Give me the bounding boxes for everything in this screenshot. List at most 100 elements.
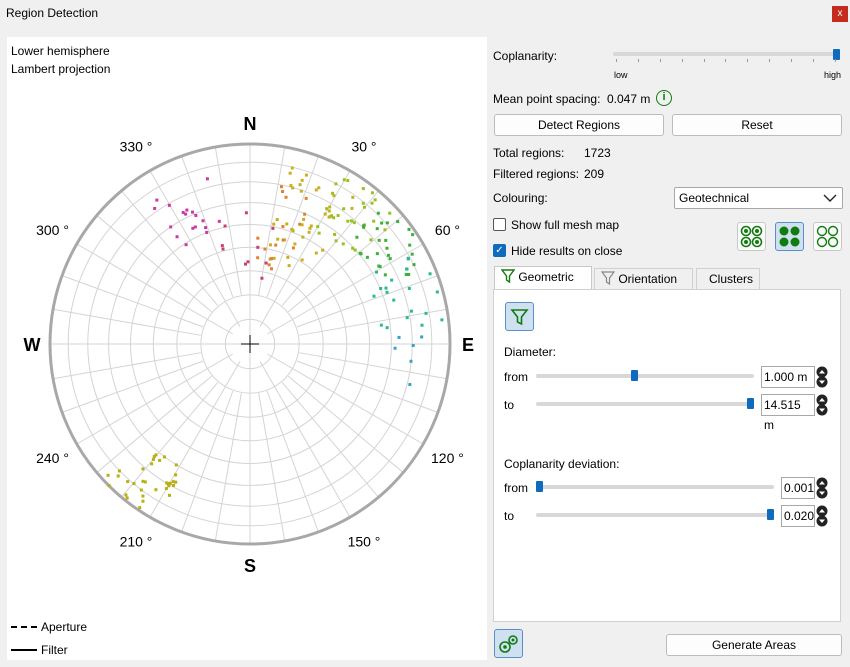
pole-point[interactable] bbox=[285, 222, 289, 226]
diameter-to-input[interactable]: 14.515 m bbox=[761, 394, 815, 432]
pole-point[interactable] bbox=[272, 256, 276, 260]
pole-point[interactable] bbox=[341, 242, 345, 246]
pole-point[interactable] bbox=[290, 166, 294, 170]
pole-point[interactable] bbox=[384, 238, 388, 242]
pole-point[interactable] bbox=[281, 190, 285, 194]
pole-point[interactable] bbox=[404, 273, 408, 277]
pole-point[interactable] bbox=[260, 276, 264, 280]
pole-point[interactable] bbox=[154, 488, 158, 492]
show-mesh-checkbox[interactable] bbox=[493, 218, 506, 231]
pole-point[interactable] bbox=[289, 184, 293, 188]
deviation-from-input[interactable]: 0.001 bbox=[781, 477, 815, 499]
pole-point[interactable] bbox=[375, 252, 379, 256]
pole-point[interactable] bbox=[303, 212, 307, 216]
stereonet-plot[interactable]: N S E W 30 ° 60 ° 120 ° 150 ° 210 ° 240 ° 300 ° 330… bbox=[7, 37, 487, 617]
pole-point[interactable] bbox=[284, 195, 288, 199]
pole-point[interactable] bbox=[372, 219, 376, 223]
pole-point[interactable] bbox=[117, 469, 121, 473]
pole-point[interactable] bbox=[408, 383, 412, 387]
pole-point[interactable] bbox=[205, 230, 209, 234]
coplanarity-slider[interactable] bbox=[613, 52, 840, 56]
pole-point[interactable] bbox=[174, 463, 178, 467]
pole-point[interactable] bbox=[181, 211, 185, 215]
pole-point[interactable] bbox=[293, 242, 297, 246]
pole-point[interactable] bbox=[116, 474, 120, 478]
pole-point[interactable] bbox=[365, 255, 369, 259]
pole-point[interactable] bbox=[407, 286, 411, 290]
pole-point[interactable] bbox=[334, 182, 338, 186]
pole-point[interactable] bbox=[155, 198, 159, 202]
info-icon[interactable]: i bbox=[656, 90, 672, 106]
pole-point[interactable] bbox=[328, 205, 332, 209]
pole-point[interactable] bbox=[217, 219, 221, 223]
pole-point[interactable] bbox=[346, 179, 350, 183]
pole-point[interactable] bbox=[298, 222, 302, 226]
pole-point[interactable] bbox=[396, 220, 400, 224]
pole-point[interactable] bbox=[355, 235, 359, 239]
pole-point[interactable] bbox=[272, 222, 276, 226]
pole-point[interactable] bbox=[375, 270, 379, 274]
pole-point[interactable] bbox=[411, 344, 415, 348]
pole-point[interactable] bbox=[375, 227, 379, 231]
pole-point[interactable] bbox=[269, 257, 273, 261]
pole-point[interactable] bbox=[162, 455, 166, 459]
pole-point[interactable] bbox=[376, 211, 380, 215]
deviation-to-slider[interactable] bbox=[536, 513, 774, 517]
pole-point[interactable] bbox=[408, 243, 412, 247]
pole-point[interactable] bbox=[370, 191, 374, 195]
pole-point[interactable] bbox=[383, 228, 387, 232]
pole-point[interactable] bbox=[276, 237, 280, 241]
pole-point[interactable] bbox=[298, 183, 302, 187]
pole-point[interactable] bbox=[184, 243, 188, 247]
diameter-from-thumb[interactable] bbox=[630, 370, 638, 381]
pole-point[interactable] bbox=[304, 173, 308, 177]
pole-point[interactable] bbox=[331, 191, 335, 195]
pole-point[interactable] bbox=[377, 238, 381, 242]
deviation-to-input[interactable]: 0.020 bbox=[781, 505, 815, 527]
pole-point[interactable] bbox=[379, 323, 383, 327]
pole-point[interactable] bbox=[361, 187, 365, 191]
generate-areas-button[interactable]: Generate Areas bbox=[666, 634, 842, 656]
pole-point[interactable] bbox=[385, 326, 389, 330]
pole-point[interactable] bbox=[359, 252, 363, 256]
pole-point[interactable] bbox=[132, 482, 136, 486]
pole-point[interactable] bbox=[201, 219, 205, 223]
pole-point[interactable] bbox=[353, 248, 357, 252]
detect-regions-button[interactable]: Detect Regions bbox=[494, 114, 664, 136]
pole-point[interactable] bbox=[409, 359, 413, 363]
pole-point[interactable] bbox=[317, 231, 321, 235]
pole-point[interactable] bbox=[342, 178, 346, 182]
pole-point[interactable] bbox=[269, 243, 273, 247]
pole-point[interactable] bbox=[412, 263, 416, 267]
pole-point[interactable] bbox=[125, 496, 129, 500]
pole-point[interactable] bbox=[194, 213, 198, 217]
pole-point[interactable] bbox=[300, 178, 304, 182]
pole-point[interactable] bbox=[350, 206, 354, 210]
pole-point[interactable] bbox=[435, 290, 439, 294]
pole-point[interactable] bbox=[386, 253, 390, 257]
pole-point[interactable] bbox=[244, 211, 248, 215]
pole-point[interactable] bbox=[299, 189, 303, 193]
pole-point[interactable] bbox=[164, 487, 168, 491]
pole-point[interactable] bbox=[378, 265, 382, 269]
pole-point[interactable] bbox=[420, 335, 424, 339]
pole-point[interactable] bbox=[390, 278, 394, 282]
pole-point[interactable] bbox=[370, 201, 374, 205]
pole-point[interactable] bbox=[279, 185, 283, 189]
colouring-dropdown[interactable]: Geotechnical bbox=[674, 187, 843, 209]
pole-point[interactable] bbox=[411, 233, 415, 237]
pole-point[interactable] bbox=[410, 252, 414, 256]
pole-point[interactable] bbox=[223, 224, 227, 228]
pole-point[interactable] bbox=[174, 473, 178, 477]
pole-point[interactable] bbox=[407, 227, 411, 231]
pole-point[interactable] bbox=[205, 177, 209, 181]
pole-point[interactable] bbox=[346, 219, 350, 223]
pole-point[interactable] bbox=[300, 258, 304, 262]
pole-point[interactable] bbox=[420, 323, 424, 327]
pole-point[interactable] bbox=[384, 286, 388, 290]
pole-point[interactable] bbox=[388, 211, 392, 215]
pole-point[interactable] bbox=[334, 239, 338, 243]
pole-point[interactable] bbox=[392, 298, 396, 302]
pole-point[interactable] bbox=[153, 206, 157, 210]
pole-point[interactable] bbox=[185, 208, 189, 212]
